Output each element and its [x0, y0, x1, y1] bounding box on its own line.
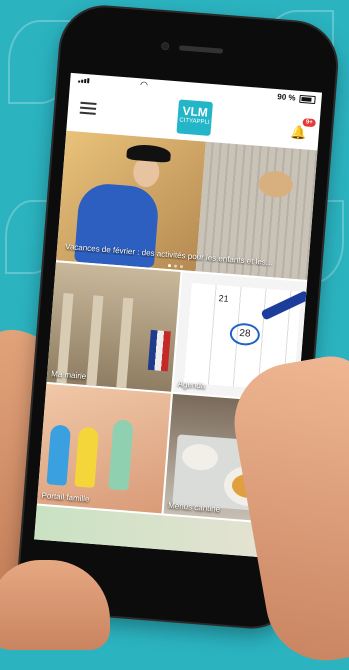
battery-icon	[299, 94, 316, 105]
building-column	[116, 297, 134, 389]
battery-percentage: 90 %	[277, 92, 296, 103]
news-carousel[interactable]: Vacances de février : des activités pour…	[56, 130, 318, 281]
paper-figure	[46, 424, 72, 486]
plate	[181, 442, 220, 472]
logo-subtext: CITYAPPLI	[179, 117, 210, 126]
wifi-icon: ◠	[139, 79, 149, 90]
app-logo: VLM CITYAPPLI	[176, 99, 213, 136]
building-column	[86, 295, 104, 386]
paper-figure	[74, 426, 100, 488]
front-camera	[160, 41, 170, 51]
hamburger-icon[interactable]	[79, 101, 97, 115]
tile-label: Portail famille	[41, 490, 90, 504]
bell-icon[interactable]: 🔔	[290, 124, 307, 141]
french-flag	[147, 329, 171, 372]
paper-figure	[108, 419, 134, 491]
tile-label: Agenda	[177, 379, 206, 391]
black-hat	[126, 143, 172, 163]
tile-ma-mairie[interactable]: Ma mairie	[46, 262, 181, 392]
earpiece-speaker	[178, 45, 224, 54]
signal-icon	[78, 77, 90, 84]
notification-badge: 9+	[302, 118, 316, 128]
straw-hat	[257, 169, 294, 199]
tile-portail-famille[interactable]: Portail famille	[36, 383, 171, 514]
calendar-date: 21	[218, 293, 229, 304]
